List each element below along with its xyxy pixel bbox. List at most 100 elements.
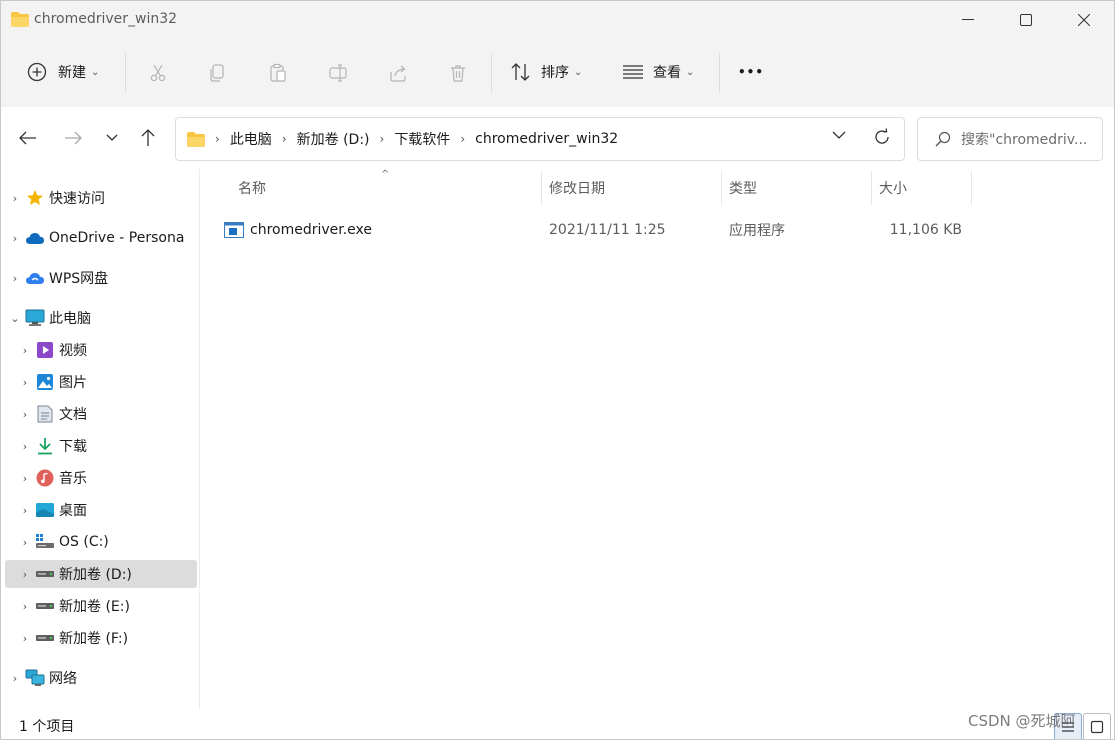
expand-chevron-icon[interactable]: › [15,632,35,645]
sidebar-item-drive-e[interactable]: › 新加卷 (E:) [15,592,197,620]
search-input[interactable]: 搜索"chromedriv... [917,117,1103,161]
expand-chevron-icon[interactable]: › [15,568,35,581]
sidebar-item-label: 下载 [59,439,87,455]
breadcrumb-volume-d[interactable]: 新加卷 (D:) [297,129,370,149]
expand-chevron-icon[interactable]: › [15,536,35,549]
sidebar-item-this-pc[interactable]: ⌄ 此电脑 [5,304,197,332]
search-icon [935,131,951,147]
expand-chevron-icon[interactable]: › [5,272,25,285]
expand-chevron-icon[interactable]: › [15,504,35,517]
paste-button[interactable] [261,56,295,90]
tiles-view-button[interactable] [1083,713,1111,739]
close-button[interactable] [1055,1,1113,39]
maximize-button[interactable] [997,1,1055,39]
expand-chevron-icon[interactable]: › [5,232,25,245]
rename-button[interactable] [321,56,355,90]
expand-chevron-icon[interactable]: › [5,192,25,205]
breadcrumb-downloads-folder[interactable]: 下载软件 [394,129,450,149]
sidebar-item-label: 文档 [59,407,87,423]
windows-drive-icon [35,532,55,552]
video-icon [35,340,55,360]
maximize-icon [1020,14,1032,26]
sidebar-item-pictures[interactable]: › 图片 [15,368,197,396]
command-bar: 新建 ⌄ 排序 ⌄ 查看 ⌄ ••• [1,39,1114,108]
picture-icon [35,372,55,392]
sidebar-item-documents[interactable]: › 文档 [15,400,197,428]
chevron-down-icon [832,131,846,139]
music-icon [35,468,55,488]
chevron-down-icon: ⌄ [574,66,583,78]
up-button[interactable] [133,125,163,151]
watermark-text: CSDN @死城阿 [968,712,1076,730]
sidebar-item-onedrive[interactable]: › OneDrive - Persona [5,224,197,252]
sidebar-item-wps-cloud[interactable]: › WPS网盘 [5,264,197,292]
desktop-icon [35,500,55,520]
chevron-down-icon: ⌄ [91,66,100,78]
breadcrumb-chevron-icon: › [215,132,220,146]
sidebar-item-quick-access[interactable]: › 快速访问 [5,184,197,212]
column-divider[interactable] [541,171,542,205]
column-divider[interactable] [971,171,972,205]
delete-button[interactable] [441,56,475,90]
expand-chevron-icon[interactable]: › [15,408,35,421]
address-bar[interactable]: › 此电脑 › 新加卷 (D:) › 下载软件 › chromedriver_w… [175,117,905,161]
refresh-button[interactable] [873,128,891,146]
column-header-label: 大小 [879,181,907,197]
rename-icon [329,64,347,82]
breadcrumb-this-pc[interactable]: 此电脑 [230,129,272,149]
sidebar-item-network[interactable]: › 网络 [5,664,197,692]
column-divider[interactable] [871,171,872,205]
navigation-pane: › 快速访问 › OneDrive - Persona › WPS网盘 ⌄ 此电… [1,169,200,709]
expand-chevron-icon[interactable]: › [15,344,35,357]
download-icon [35,436,55,456]
title-bar: chromedriver_win32 [1,1,1114,39]
minimize-button[interactable] [939,1,997,39]
drive-icon [35,628,55,648]
toolbar-separator [719,53,720,93]
expand-chevron-icon[interactable]: › [15,376,35,389]
minimize-icon [962,19,974,20]
sidebar-item-drive-d[interactable]: › 新加卷 (D:) [5,560,197,588]
breadcrumb-chevron-icon: › [379,132,385,146]
file-row[interactable]: chromedriver.exe 2021/11/11 1:25 应用程序 11… [220,213,970,247]
folder-icon [187,131,205,147]
share-button[interactable] [381,56,415,90]
forward-button[interactable] [58,125,88,151]
drive-icon [35,596,55,616]
collapse-chevron-icon[interactable]: ⌄ [5,312,25,325]
expand-chevron-icon[interactable]: › [15,440,35,453]
breadcrumb-chevron-icon: › [281,132,287,146]
column-header-type[interactable]: 类型 [729,169,869,207]
column-header-name[interactable]: 名称 [238,169,540,207]
sidebar-item-drive-f[interactable]: › 新加卷 (F:) [15,624,197,652]
sidebar-item-videos[interactable]: › 视频 [15,336,197,364]
back-button[interactable] [13,125,43,151]
search-placeholder: 搜索"chromedriv... [961,132,1088,148]
expand-chevron-icon[interactable]: › [15,472,35,485]
breadcrumb-current-folder[interactable]: chromedriver_win32 [475,131,618,147]
column-divider[interactable] [721,171,722,205]
sort-button[interactable]: 排序 ⌄ [510,56,582,88]
new-button[interactable]: 新建 ⌄ [27,56,99,88]
more-icon: ••• [738,65,765,79]
address-history-dropdown[interactable] [832,131,846,140]
column-header-size[interactable]: 大小 [879,169,969,207]
sidebar-item-label: 视频 [59,343,87,359]
sidebar-item-downloads[interactable]: › 下载 [15,432,197,460]
expand-chevron-icon[interactable]: › [15,600,35,613]
copy-button[interactable] [201,56,235,90]
copy-icon [210,64,224,82]
sidebar-item-drive-c[interactable]: › OS (C:) [15,528,197,556]
sidebar-item-label: 新加卷 (F:) [59,631,129,647]
plus-circle-icon [27,62,47,82]
sidebar-item-desktop[interactable]: › 桌面 [15,496,197,524]
file-list: ^ 名称 修改日期 类型 大小 chromedriver.exe 2021/11… [200,169,1114,709]
more-button[interactable]: ••• [738,56,764,88]
column-header-modified[interactable]: 修改日期 [549,169,719,207]
sidebar-item-music[interactable]: › 音乐 [15,464,197,492]
view-button[interactable]: 查看 ⌄ [622,56,694,88]
expand-chevron-icon[interactable]: › [5,672,25,685]
recent-locations-button[interactable] [97,125,127,151]
cut-button[interactable] [141,56,175,90]
status-bar: 1 个项目 [1,709,1114,739]
